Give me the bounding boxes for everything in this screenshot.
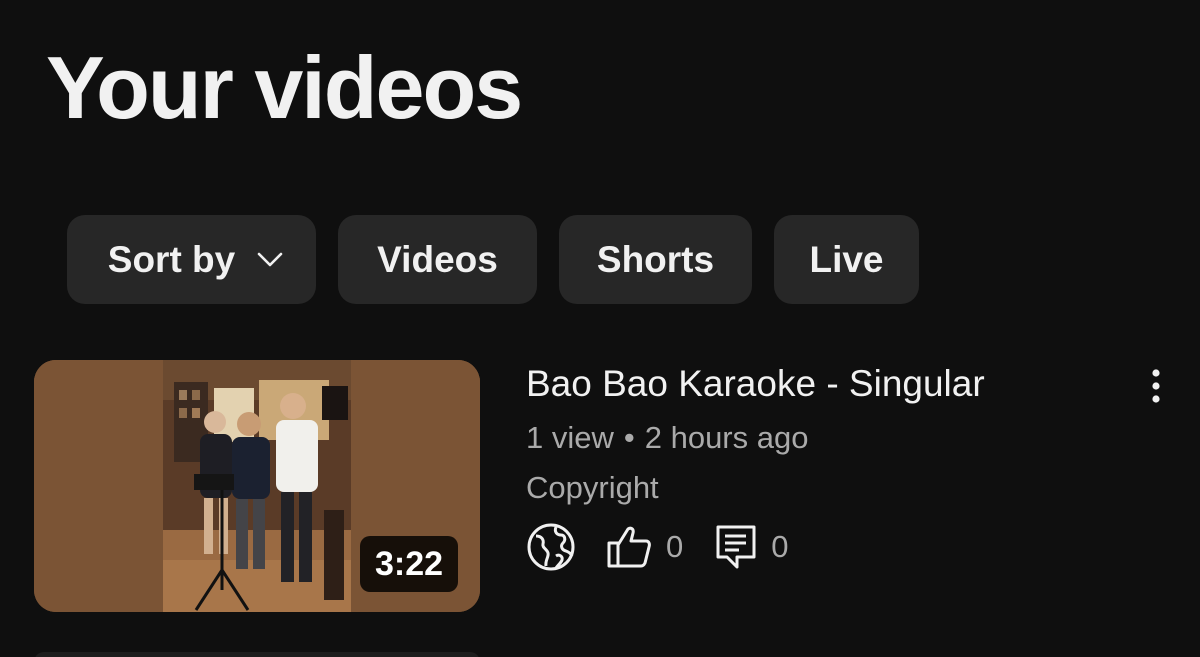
meta-separator: • (623, 420, 635, 455)
video-meta: 1 view • 2 hours ago (526, 418, 808, 458)
more-options-icon[interactable] (1138, 366, 1174, 406)
like-icon (606, 525, 652, 569)
video-title[interactable]: Bao Bao Karaoke - Singular (526, 362, 985, 406)
comment-icon (715, 524, 757, 570)
next-video-thumbnail-edge (34, 652, 480, 657)
video-stats: 0 0 (526, 522, 789, 572)
video-thumbnail[interactable]: 3:22 (34, 360, 480, 612)
sort-by-chip[interactable]: Sort by (67, 215, 316, 304)
live-chip[interactable]: Live (774, 215, 919, 304)
like-count: 0 (666, 529, 684, 564)
license-label: Copyright (526, 470, 659, 505)
globe-icon (526, 522, 576, 572)
videos-chip[interactable]: Videos (338, 215, 537, 304)
view-count: 1 view (526, 420, 614, 455)
filter-chips: Sort by Videos Shorts Live (67, 215, 919, 304)
duration-badge: 3:22 (360, 536, 458, 592)
sort-by-label: Sort by (107, 238, 236, 280)
page-title: Your videos (46, 38, 523, 137)
comment-count: 0 (771, 529, 789, 564)
upload-age: 2 hours ago (644, 420, 809, 455)
video-list-item: 3:22 Bao Bao Karaoke - Singular 1 view •… (34, 360, 1200, 612)
shorts-chip[interactable]: Shorts (559, 215, 752, 304)
chevron-down-icon (257, 252, 283, 268)
